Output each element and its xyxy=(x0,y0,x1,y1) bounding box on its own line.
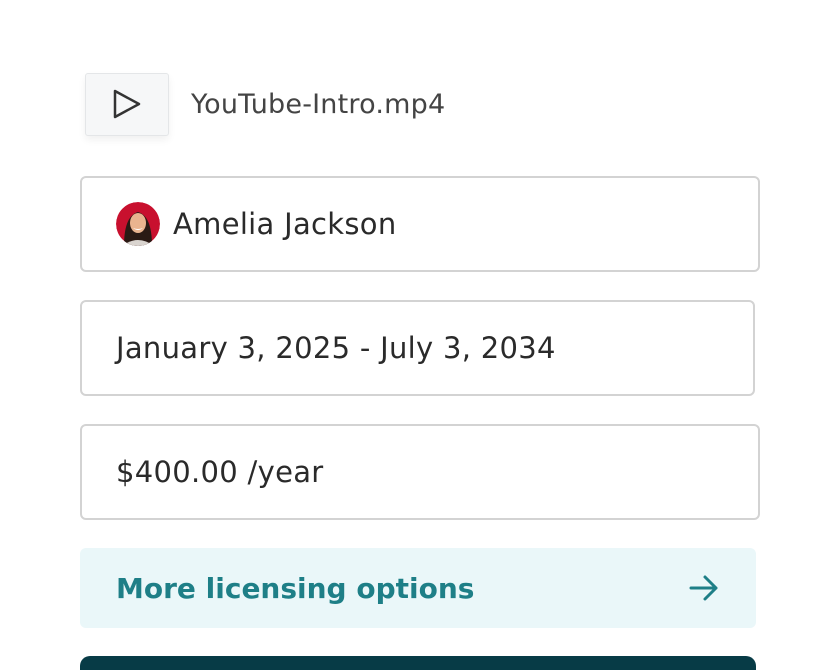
play-button[interactable] xyxy=(85,72,169,136)
primary-action-button[interactable] xyxy=(80,656,756,670)
license-price-field[interactable]: $400.00 /year xyxy=(80,424,760,520)
avatar xyxy=(116,202,160,246)
license-panel: YouTube-Intro.mp4 Amelia Jackson January… xyxy=(0,0,840,670)
license-period-field[interactable]: January 3, 2025 - July 3, 2034 xyxy=(80,300,755,396)
license-price-value: $400.00 /year xyxy=(116,455,324,489)
more-licensing-options-label: More licensing options xyxy=(116,571,475,605)
file-name: YouTube-Intro.mp4 xyxy=(191,88,446,120)
file-row: YouTube-Intro.mp4 xyxy=(85,71,445,137)
more-licensing-options-button[interactable]: More licensing options xyxy=(80,548,756,628)
licensee-field[interactable]: Amelia Jackson xyxy=(80,176,760,272)
licensee-name: Amelia Jackson xyxy=(173,207,397,241)
arrow-right-icon xyxy=(689,575,718,601)
play-icon xyxy=(113,89,141,119)
license-period-value: January 3, 2025 - July 3, 2034 xyxy=(116,331,556,365)
